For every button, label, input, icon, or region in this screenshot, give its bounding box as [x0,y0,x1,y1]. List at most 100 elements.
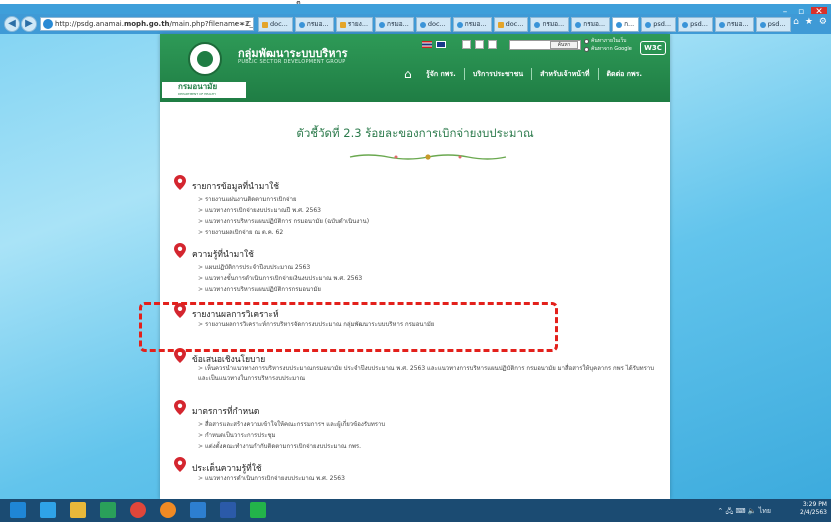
search-option-google-label: ค้นหาจาก Google [591,46,632,52]
map-pin-icon [174,175,186,190]
address-bar[interactable]: http://psdg.anamai.moph.go.th/main.php?f… [40,17,254,31]
section-link[interactable]: สื่อสารและสร้างความเข้าใจให้คณะกรรมการฯ … [198,419,385,429]
url-domain: moph.go.th [123,20,170,28]
forward-button[interactable]: ▶ [21,16,37,32]
browser-tab[interactable]: doc... [493,17,529,32]
section-link[interactable]: เห็นควรนำแนวทางการบริหารงบประมาณกรมอนามั… [198,364,658,384]
highlight-annotation [139,302,558,352]
explorer-app-icon[interactable] [70,502,86,518]
browser-tab[interactable]: doc... [258,17,293,32]
map-pin-icon [174,457,186,472]
search-option-web-label: ค้นหาภายในเว็บ [591,38,627,44]
department-logo-icon[interactable] [188,42,222,76]
browser-tab-label: doc... [427,20,446,28]
tray-icons[interactable]: ⌃ 🖧 ⌨ 🔈 ไทย [717,506,771,518]
section-link[interactable]: แผนปฏิบัติการประจำปีงบประมาณ 2563 [198,262,310,272]
section-link[interactable]: แนวทางการบริหารแผนปฏิบัติการ กรมอนามัย (… [198,216,369,226]
section-link[interactable]: แนวทางการดำเนินการเบิกจ่ายงบประมาณ พ.ศ. … [198,473,345,483]
back-button[interactable]: ◀ [4,16,20,32]
section-title: มาตรการที่กำหนด [192,407,260,417]
section-link[interactable]: แนวทางการเบิกจ่ายงบประมาณปี พ.ศ. 2563 [198,205,321,215]
ie-page-icon [419,21,426,28]
settings-gear-icon[interactable]: ⚙ [819,17,827,27]
page-title: ตัวชี้วัดที่ 2.3 ร้อยละของการเบิกจ่ายงบป… [296,126,534,140]
browser-tab-label: กรมอ... [387,20,409,28]
url-prefix: http://psdg.anamai. [55,20,124,28]
menu-divider [463,68,465,80]
browser-tab[interactable]: psd... [641,17,677,32]
windows-app-icon[interactable] [10,502,26,518]
browser-tab-label: กรมอ... [726,20,749,28]
store-app-icon[interactable] [100,502,116,518]
media-app-icon[interactable] [160,502,176,518]
browser-tab[interactable]: รายง... [335,17,374,32]
word-app-icon[interactable] [220,502,236,518]
browser-tab[interactable]: กรมอ... [294,17,334,32]
ie-page-icon [718,21,725,28]
ie-page-icon [682,21,689,28]
section-link[interactable]: กำหนดเป็นวาระการประชุม [198,430,276,440]
menu-staff[interactable]: สำหรับเจ้าหน้าที่ [540,69,589,80]
browser-tab-label: กรมอ... [542,20,565,28]
font-medium-button[interactable] [475,40,484,49]
section-link[interactable]: รายงานแผ่นงานติดตามการเบิกจ่าย [198,194,297,204]
menu-divider [597,68,599,80]
favorites-icon[interactable]: ★ [805,17,813,27]
browser-tab-label: กรมอ... [583,20,606,28]
clock-date: 2/4/2563 [800,509,827,516]
line-app-icon[interactable] [250,502,266,518]
map-pin-icon [174,243,186,258]
browser-tab[interactable]: ก... [612,17,640,32]
ie-page-icon [616,21,623,28]
browser-tab[interactable]: psd... [678,17,713,32]
menu-contact[interactable]: ติดต่อ กพร. [607,69,643,80]
thai-flag-icon[interactable] [422,41,432,48]
section-title: รายการข้อมูลที่นำมาใช้ [192,182,280,192]
english-flag-icon[interactable] [436,41,446,48]
browser-tab[interactable]: กรมอ... [452,17,492,32]
section-link[interactable]: แต่งตั้งคณะทำงานกำกับติดตามการเบิกจ่ายงบ… [198,441,361,451]
document-icon [262,21,268,28]
tab-strip: doc... กรมอ... รายง... กรมอ... doc... กรมอ...… [258,17,791,33]
menu-public-services[interactable]: บริการประชาชน [473,69,523,80]
browser-tab-label: กรมอ... [306,20,329,28]
search-option-web[interactable]: ค้นหาภายในเว็บ [584,37,626,45]
browser-tab[interactable]: กรมอ... [530,17,570,32]
site-search-button[interactable]: ค้นหา [550,41,578,49]
radio-icon [584,46,589,52]
section-link[interactable]: รายงานผลเบิกจ่าย ณ ต.ค. 62 [198,227,283,237]
ie-app-icon[interactable] [40,502,56,518]
w3c-badge[interactable]: W3C [640,41,666,55]
paint-app-icon[interactable] [190,502,206,518]
section-title: ความรู้ที่นำมาใช้ [192,250,254,260]
section-link[interactable]: แนวทางขั้นการดำเนินการเบิกจ่ายเงินงบประม… [198,273,362,283]
font-small-button[interactable] [462,40,471,49]
browser-tab[interactable]: doc... [415,17,451,32]
font-large-button[interactable] [488,40,497,49]
browser-right-icons: ⌂ ★ ⚙ [793,17,827,27]
main-menu: ⌂ รู้จัก กพร. บริการประชาชน สำหรับเจ้าหน… [404,67,642,81]
address-tools-icon[interactable]: ⌕ ▾ C [234,18,251,30]
home-icon[interactable]: ⌂ [404,67,418,81]
browser-tab-label: กรมอ... [464,20,487,28]
site-header: กรมอนามัย DEPARTMENT OF HEALTH กลุ่มพัฒน… [160,34,670,102]
browser-tab[interactable]: psd... [755,17,791,32]
browser-tab[interactable]: กรมอ... [714,17,754,32]
language-switcher [422,40,497,49]
browser-titlebar: – ▫ ✕ [0,4,831,18]
decorative-divider [349,154,507,160]
home-icon[interactable]: ⌂ [793,17,799,27]
browser-tab[interactable]: กรมอ... [375,17,414,32]
web-page: กรมอนามัย DEPARTMENT OF HEALTH กลุ่มพัฒน… [160,34,670,499]
clock[interactable]: 3:29 PM 2/4/2563 [800,501,827,517]
menu-about[interactable]: รู้จัก กพร. [426,69,456,80]
ie-page-icon [298,21,305,28]
ie-page-icon [534,21,541,28]
section-link[interactable]: แนวทางการบริหารแผนปฏิบัติการกรมอนามัย [198,284,321,294]
menu-divider [531,68,533,80]
search-option-google[interactable]: ค้นหาจาก Google [584,45,632,53]
browser-tab-label: psd... [767,20,786,28]
browser-tab[interactable]: กรมอ... [571,17,611,32]
ie-icon [43,19,53,29]
chrome-app-icon[interactable] [130,502,146,518]
